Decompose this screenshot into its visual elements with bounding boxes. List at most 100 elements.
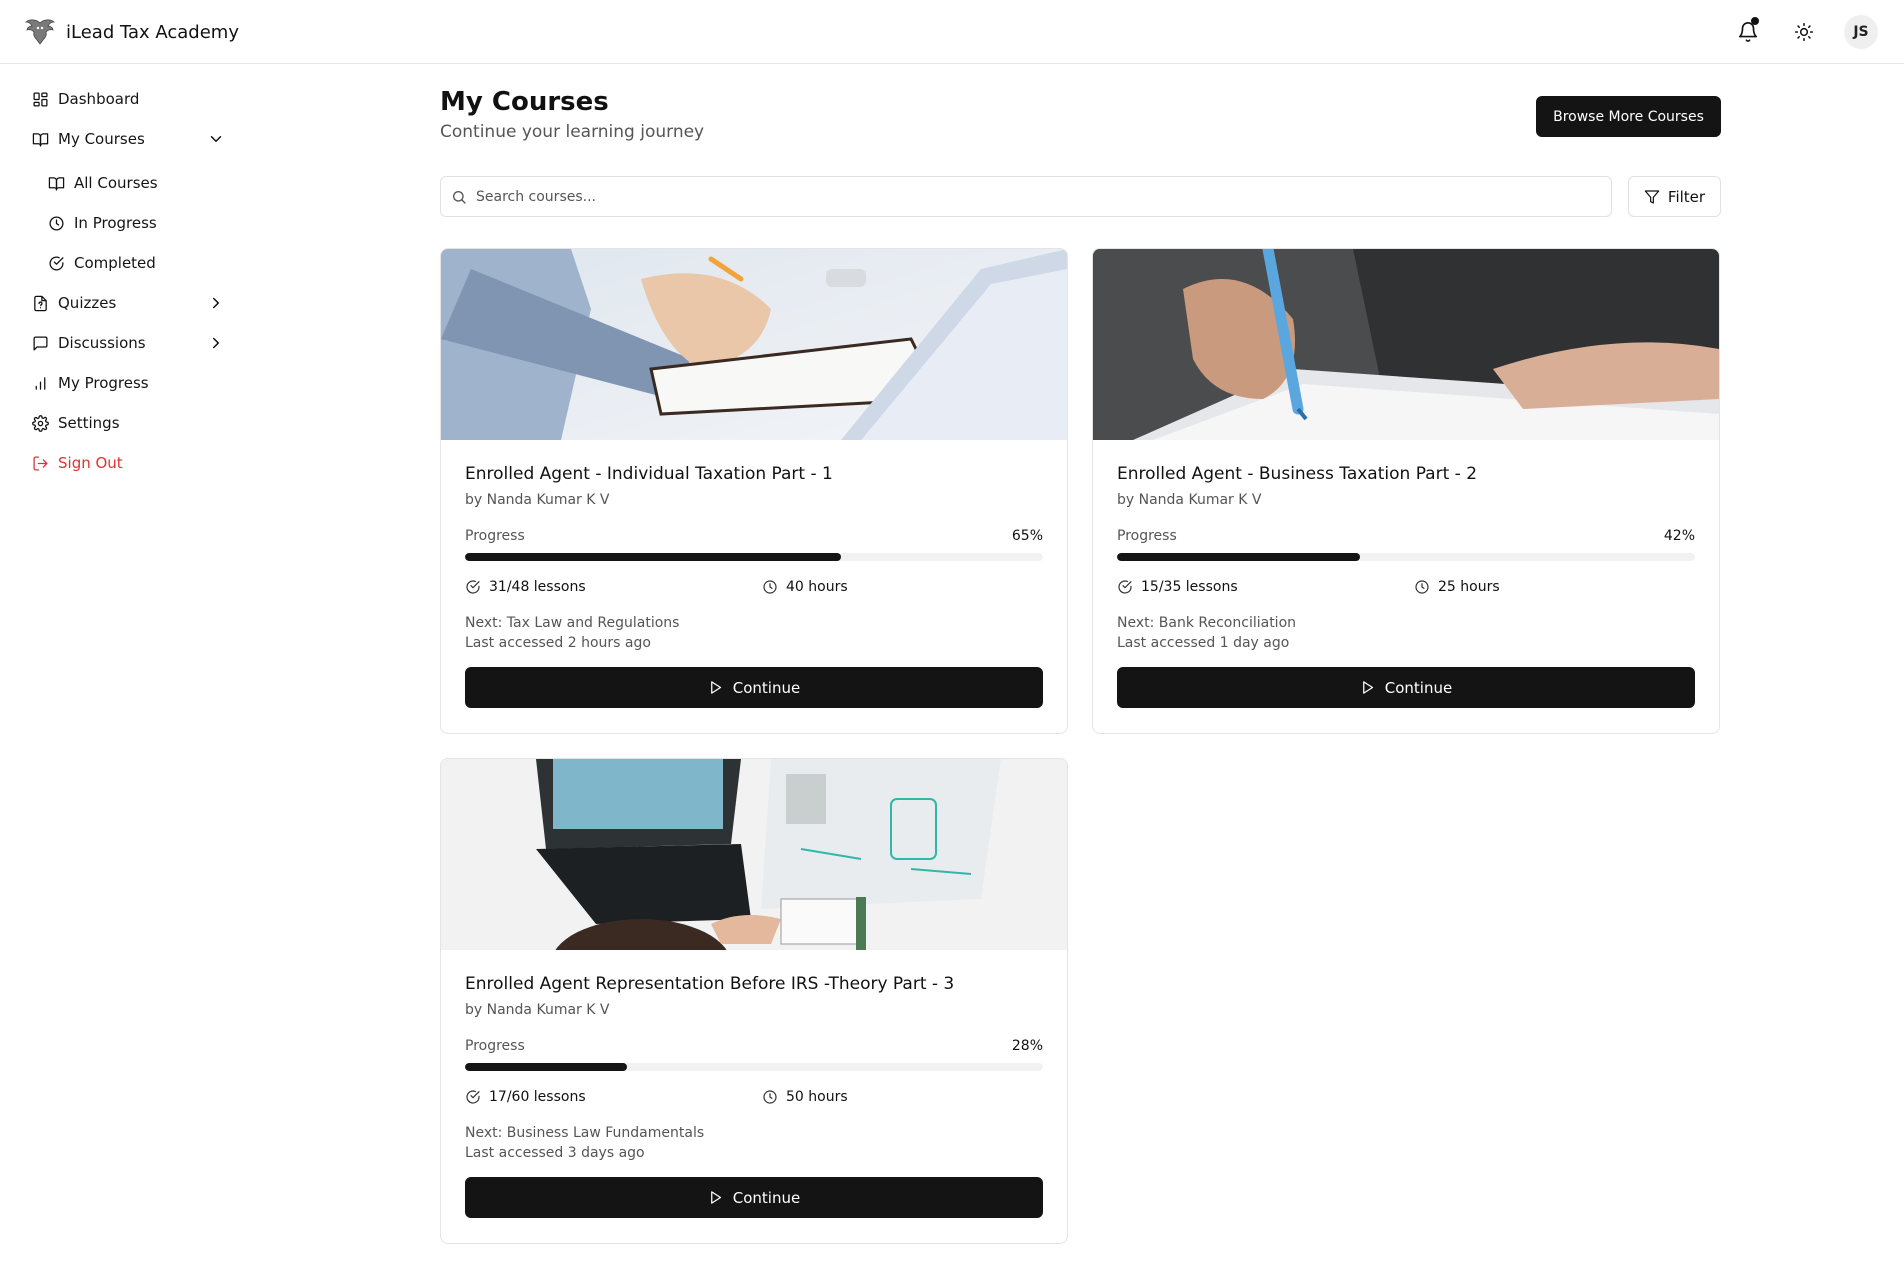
search-input[interactable]: Search courses... xyxy=(440,176,1612,217)
sidebar-item-label: Completed xyxy=(74,254,156,272)
page-title: My Courses xyxy=(440,87,609,117)
next-lesson: Next: Bank Reconciliation xyxy=(1117,615,1297,631)
notification-dot xyxy=(1751,17,1759,25)
bar-chart-icon xyxy=(35,376,46,390)
book-open-icon xyxy=(48,176,65,191)
hours-count: 50 hours xyxy=(762,1089,848,1105)
sidebar-item-my-courses[interactable]: My Courses xyxy=(32,124,232,154)
clock-icon xyxy=(763,580,777,594)
sidebar-item-sign-out[interactable]: Sign Out xyxy=(32,448,123,478)
continue-button[interactable]: Continue xyxy=(465,667,1043,708)
course-card[interactable]: Enrolled Agent - Individual Taxation Par… xyxy=(440,248,1068,734)
sidebar-item-label: All Courses xyxy=(74,174,158,192)
course-author: by Nanda Kumar K V xyxy=(465,492,610,508)
sidebar-item-label: My Courses xyxy=(58,130,145,148)
check-circle-icon xyxy=(49,256,64,271)
hours-count: 40 hours xyxy=(762,579,848,595)
course-card[interactable]: Enrolled Agent Representation Before IRS… xyxy=(440,758,1068,1244)
progress-bar xyxy=(1117,553,1695,561)
clock-icon xyxy=(1415,580,1429,594)
sidebar-item-label: Discussions xyxy=(58,334,146,352)
notifications-button[interactable] xyxy=(1732,16,1764,48)
sidebar-item-discussions[interactable]: Discussions xyxy=(32,328,146,358)
sidebar-item-quizzes[interactable]: Quizzes xyxy=(32,288,116,318)
quiz-file-icon xyxy=(34,295,47,311)
course-title[interactable]: Enrolled Agent - Individual Taxation Par… xyxy=(465,464,833,484)
log-out-icon xyxy=(33,455,48,471)
search-icon xyxy=(453,190,466,204)
progress-fill xyxy=(465,553,841,561)
eagle-logo-icon xyxy=(25,19,55,45)
play-icon xyxy=(1362,681,1373,694)
dashboard-grid-icon xyxy=(33,91,48,107)
sidebar-item-label: Dashboard xyxy=(58,90,140,108)
sidebar-item-label: Sign Out xyxy=(58,454,123,472)
course-image xyxy=(1093,249,1719,440)
last-accessed: Last accessed 3 days ago xyxy=(465,1145,645,1161)
filter-label: Filter xyxy=(1667,187,1706,206)
hours-text: 50 hours xyxy=(786,1089,848,1105)
course-title[interactable]: Enrolled Agent Representation Before IRS… xyxy=(465,974,954,994)
sidebar-item-label: Settings xyxy=(58,414,120,432)
lessons-count: 31/48 lessons xyxy=(465,579,586,595)
user-avatar[interactable]: JS xyxy=(1844,15,1878,49)
continue-label: Continue xyxy=(732,678,801,697)
hours-text: 40 hours xyxy=(786,579,848,595)
course-card[interactable]: Enrolled Agent - Business Taxation Part … xyxy=(1092,248,1720,734)
course-author: by Nanda Kumar K V xyxy=(1117,492,1262,508)
sidebar-item-dashboard[interactable]: Dashboard xyxy=(32,84,139,114)
browse-more-courses-button[interactable]: Browse More Courses xyxy=(1536,96,1721,137)
progress-value: 65% xyxy=(1011,528,1043,544)
top-bar: iLead Tax Academy JS xyxy=(0,0,1904,64)
theme-toggle-button[interactable] xyxy=(1788,16,1820,48)
progress-label: Progress xyxy=(465,528,525,544)
lessons-text: 17/60 lessons xyxy=(489,1089,586,1105)
clock-icon xyxy=(49,215,64,231)
message-square-icon xyxy=(33,335,48,351)
continue-button[interactable]: Continue xyxy=(465,1177,1043,1218)
check-circle-icon xyxy=(1118,580,1132,594)
progress-label: Progress xyxy=(465,1038,525,1054)
sidebar-item-settings[interactable]: Settings xyxy=(32,408,120,438)
search-placeholder: Search courses... xyxy=(476,188,596,205)
progress-bar xyxy=(465,553,1043,561)
play-icon xyxy=(710,681,721,694)
next-lesson: Next: Business Law Fundamentals xyxy=(465,1125,705,1141)
lessons-text: 31/48 lessons xyxy=(489,579,586,595)
chevron-down-icon[interactable] xyxy=(207,130,225,148)
hours-text: 25 hours xyxy=(1438,579,1500,595)
sidebar-item-completed[interactable]: Completed xyxy=(48,248,156,278)
continue-label: Continue xyxy=(1384,678,1453,697)
filter-icon xyxy=(1644,189,1660,204)
hours-count: 25 hours xyxy=(1414,579,1500,595)
chevron-right-icon[interactable] xyxy=(207,294,225,312)
lessons-count: 17/60 lessons xyxy=(465,1089,586,1105)
sun-icon xyxy=(1794,22,1814,42)
continue-label: Continue xyxy=(732,1188,801,1207)
next-lesson: Next: Tax Law and Regulations xyxy=(465,615,680,631)
sidebar-item-label: Quizzes xyxy=(58,294,117,312)
continue-button[interactable]: Continue xyxy=(1117,667,1695,708)
lessons-text: 15/35 lessons xyxy=(1141,579,1238,595)
check-circle-icon xyxy=(466,580,480,594)
sidebar-item-all-courses[interactable]: All Courses xyxy=(48,168,158,198)
gear-icon xyxy=(32,414,49,432)
chevron-right-icon[interactable] xyxy=(207,334,225,352)
progress-value: 42% xyxy=(1663,528,1695,544)
sidebar-item-in-progress[interactable]: In Progress xyxy=(48,208,157,238)
filter-button[interactable]: Filter xyxy=(1628,176,1721,217)
course-author: by Nanda Kumar K V xyxy=(465,1002,610,1018)
play-icon xyxy=(710,1191,721,1204)
course-image xyxy=(441,249,1067,440)
course-image xyxy=(441,759,1067,950)
check-circle-icon xyxy=(466,1090,480,1104)
clock-icon xyxy=(763,1090,777,1104)
sidebar-item-my-progress[interactable]: My Progress xyxy=(32,368,149,398)
progress-value: 28% xyxy=(1011,1038,1043,1054)
progress-fill xyxy=(1117,553,1360,561)
course-title[interactable]: Enrolled Agent - Business Taxation Part … xyxy=(1117,464,1477,484)
progress-fill xyxy=(465,1063,627,1071)
brand-name: iLead Tax Academy xyxy=(66,21,239,43)
progress-label: Progress xyxy=(1117,528,1177,544)
brand[interactable]: iLead Tax Academy xyxy=(24,16,239,48)
